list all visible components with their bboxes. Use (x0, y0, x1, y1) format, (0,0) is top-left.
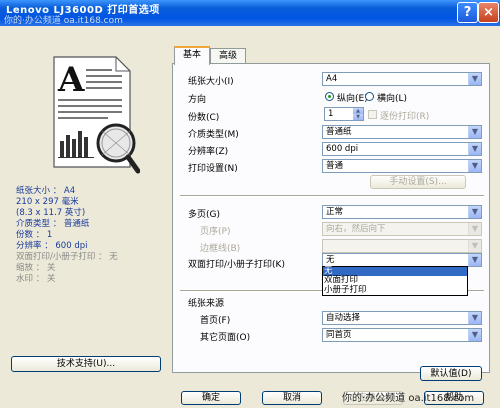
landscape-radio[interactable] (365, 92, 374, 101)
collate-label: 逐份打印(R) (380, 112, 430, 122)
ok-button[interactable]: 确定 (181, 391, 241, 405)
media-type-value: 普通纸 (326, 127, 352, 137)
chevron-down-icon: ▼ (468, 126, 481, 138)
chevron-down-icon: ▼ (468, 160, 481, 172)
page-order-value: 向右，然后向下 (326, 224, 386, 234)
chevron-down-icon: ▼ (468, 223, 481, 235)
paper-size-label: 纸张大小(I) (188, 77, 234, 87)
chevron-down-icon: ▼ (468, 206, 481, 218)
chevron-down-icon: ▼ (468, 73, 481, 85)
other-pages-label: 其它页面(O) (200, 333, 251, 343)
summary-duplex: 双面打印/小册子打印 ： 无 (16, 252, 118, 262)
document-preview-icon: A (53, 56, 140, 174)
duplex-dropdown-list: 无 双面打印 小册子打印 (322, 266, 468, 296)
spin-down-icon[interactable]: ▼ (353, 114, 363, 120)
media-type-select[interactable]: 普通纸 ▼ (322, 125, 482, 139)
summary-paper-size: 纸张大小 ： A4 (16, 186, 76, 196)
media-type-label: 介质类型(M) (188, 130, 239, 140)
summary-paper-dims-in: (8.3 x 11.7 英寸) (16, 208, 86, 218)
multipage-value: 正常 (326, 207, 344, 217)
copies-value: 1 (328, 109, 334, 119)
settings-summary-panel: A 纸张大小 ： A4 210 x 297 毫米 (8.3 x 11.7 英寸)… (0, 26, 170, 408)
svg-text:A: A (57, 60, 85, 100)
orientation-label: 方向 (188, 95, 207, 105)
other-pages-value: 同首页 (326, 330, 352, 340)
chevron-down-icon: ▼ (468, 312, 481, 324)
summary-watermark: 水印 ： 关 (16, 274, 56, 284)
paper-size-select[interactable]: A4 ▼ (322, 72, 482, 86)
summary-media-type: 介质类型 ： 普通纸 (16, 219, 90, 229)
settings-summary: 纸张大小 ： A4 210 x 297 毫米 (8.3 x 11.7 英寸) 介… (16, 186, 118, 285)
separator (180, 195, 484, 197)
paper-size-value: A4 (326, 74, 338, 84)
summary-copies: 份数 ： 1 (16, 230, 53, 240)
support-button[interactable]: 技术支持(U)... (11, 356, 161, 372)
landscape-label: 横向(L) (377, 94, 408, 104)
chevron-down-icon: ▼ (468, 329, 481, 341)
border-label: 边框线(B) (200, 244, 241, 254)
title-bar: Lenovo LJ3600D 打印首选项 你的·办公频道 oa.it168.co… (0, 0, 500, 26)
first-page-select[interactable]: 自动选择 ▼ (322, 311, 482, 325)
portrait-radio[interactable] (325, 92, 334, 101)
border-select[interactable]: ▼ (322, 239, 482, 253)
other-pages-select[interactable]: 同首页 ▼ (322, 328, 482, 342)
cancel-button[interactable]: 取消 (262, 391, 322, 405)
print-setting-select[interactable]: 普通 ▼ (322, 159, 482, 173)
duplex-label: 双面打印/小册子打印(K) (188, 260, 285, 270)
title-watermark: 你的·办公频道 oa.it168.com (4, 16, 123, 26)
summary-paper-dims: 210 x 297 毫米 (16, 197, 79, 207)
copies-stepper[interactable]: 1 ▲ ▼ (324, 107, 364, 121)
resolution-label: 分辨率(Z) (188, 147, 229, 157)
multipage-label: 多页(G) (188, 210, 220, 220)
chevron-down-icon: ▼ (468, 143, 481, 155)
first-page-value: 自动选择 (326, 313, 361, 323)
duplex-select[interactable]: 无 ▼ (322, 253, 482, 267)
first-page-label: 首页(F) (200, 316, 231, 326)
footer-watermark: 你的·办公频道 oa.it168.com (342, 393, 475, 404)
tab-basic[interactable]: 基本 (174, 46, 210, 65)
summary-resolution: 分辨率 ： 600 dpi (16, 241, 88, 251)
paper-source-label: 纸张来源 (188, 299, 225, 309)
duplex-option-booklet[interactable]: 小册子打印 (323, 285, 467, 295)
duplex-value: 无 (326, 255, 335, 265)
resolution-value: 600 dpi (326, 144, 359, 154)
default-button[interactable]: 默认值(D) (420, 366, 482, 381)
page-order-select[interactable]: 向右，然后向下 ▼ (322, 222, 482, 236)
tab-advanced[interactable]: 高级 (210, 48, 246, 64)
resolution-select[interactable]: 600 dpi ▼ (322, 142, 482, 156)
portrait-label: 纵向(E) (337, 94, 368, 104)
copies-label: 份数(C) (188, 113, 220, 123)
page-order-label: 页序(P) (200, 227, 231, 237)
chevron-down-icon: ▼ (468, 240, 481, 252)
help-title-button[interactable]: ? (457, 2, 478, 23)
print-setting-label: 打印设置(N) (188, 164, 238, 174)
summary-scaling: 缩放 ： 关 (16, 263, 56, 273)
multipage-select[interactable]: 正常 ▼ (322, 205, 482, 219)
chevron-down-icon: ▼ (468, 254, 481, 266)
close-button[interactable]: × (478, 2, 499, 23)
manual-settings-button[interactable]: 手动设置(S)... (370, 175, 466, 189)
print-setting-value: 普通 (326, 161, 344, 171)
collate-checkbox[interactable] (368, 110, 377, 119)
